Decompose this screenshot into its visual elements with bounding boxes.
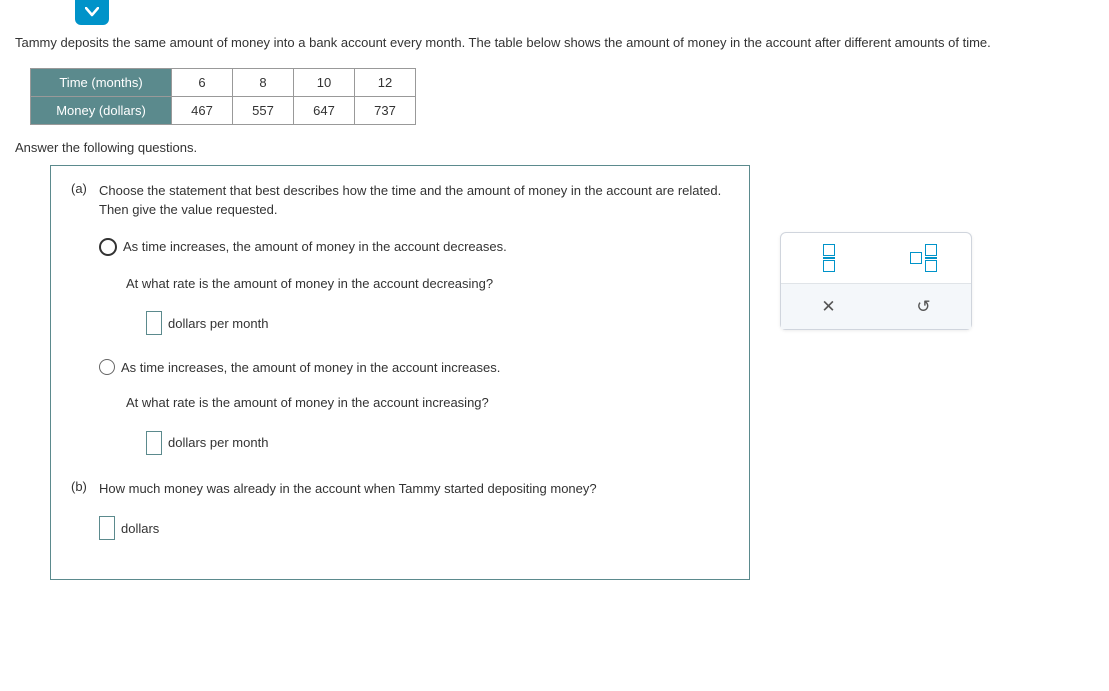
- fraction-tool[interactable]: [781, 233, 876, 283]
- radio-option-decreases[interactable]: [99, 238, 117, 256]
- radio-option-increases[interactable]: [99, 359, 115, 375]
- part-b-marker: (b): [71, 479, 99, 494]
- rate-decreasing-question: At what rate is the amount of money in t…: [126, 274, 729, 294]
- tool-panel: ✕ ↺: [780, 232, 972, 330]
- close-icon: ✕: [821, 297, 835, 317]
- rate-decreasing-unit: dollars per month: [168, 316, 268, 331]
- mixed-number-icon: [910, 244, 937, 272]
- reset-button[interactable]: ↺: [876, 284, 971, 329]
- table-row: Time (months) 6 8 10 12: [31, 68, 416, 96]
- option-decreases-label: As time increases, the amount of money i…: [123, 239, 507, 254]
- rate-increasing-input[interactable]: [146, 431, 162, 455]
- table-cell: 557: [233, 96, 294, 124]
- table-header-money: Money (dollars): [31, 96, 172, 124]
- problem-statement: Tammy deposits the same amount of money …: [15, 33, 1094, 53]
- part-b-prompt: How much money was already in the accoun…: [99, 479, 729, 499]
- question-box: (a) Choose the statement that best descr…: [50, 165, 750, 581]
- clear-button[interactable]: ✕: [781, 284, 876, 329]
- table-header-time: Time (months): [31, 68, 172, 96]
- data-table: Time (months) 6 8 10 12 Money (dollars) …: [30, 68, 416, 125]
- option-increases-label: As time increases, the amount of money i…: [121, 360, 500, 375]
- table-cell: 737: [355, 96, 416, 124]
- table-cell: 647: [294, 96, 355, 124]
- table-cell: 6: [172, 68, 233, 96]
- part-a-marker: (a): [71, 181, 99, 196]
- initial-amount-input[interactable]: [99, 516, 115, 540]
- table-cell: 10: [294, 68, 355, 96]
- expand-button[interactable]: [75, 0, 109, 25]
- rate-decreasing-input[interactable]: [146, 311, 162, 335]
- part-a-prompt: Choose the statement that best describes…: [99, 181, 729, 220]
- mixed-number-tool[interactable]: [876, 233, 971, 283]
- table-cell: 467: [172, 96, 233, 124]
- rate-increasing-unit: dollars per month: [168, 435, 268, 450]
- fraction-icon: [823, 244, 835, 272]
- table-cell: 12: [355, 68, 416, 96]
- rate-increasing-question: At what rate is the amount of money in t…: [126, 393, 729, 413]
- answer-prompt: Answer the following questions.: [15, 140, 1094, 155]
- reset-icon: ↺: [916, 297, 930, 317]
- table-cell: 8: [233, 68, 294, 96]
- table-row: Money (dollars) 467 557 647 737: [31, 96, 416, 124]
- initial-amount-unit: dollars: [121, 521, 159, 536]
